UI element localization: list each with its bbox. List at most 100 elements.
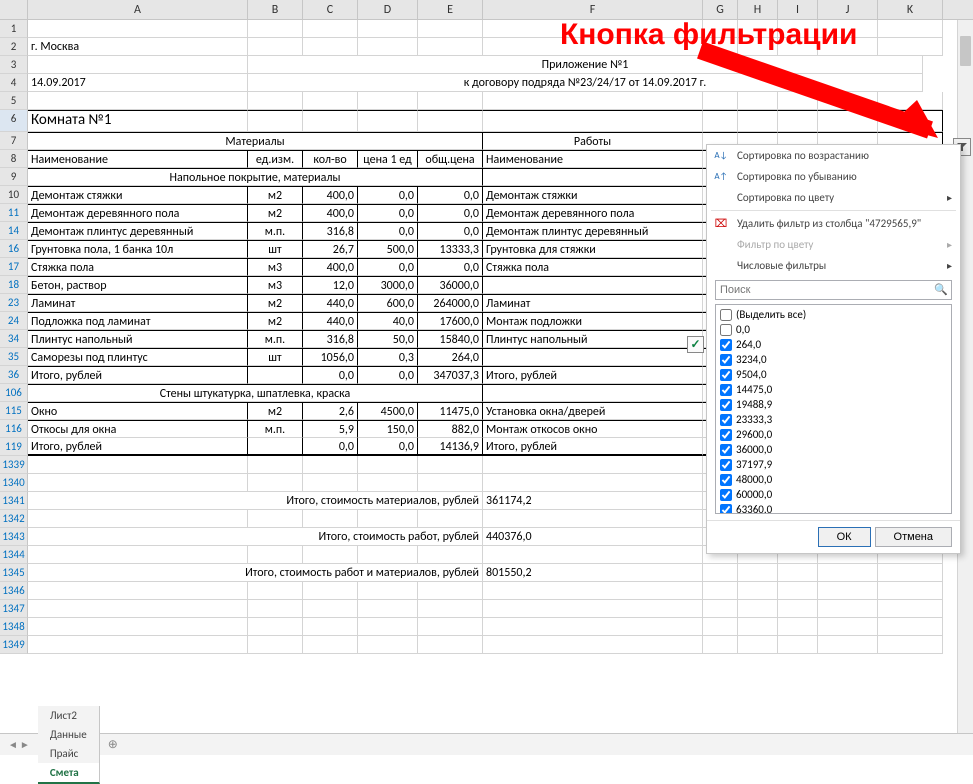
cell[interactable] xyxy=(818,582,878,600)
cell[interactable]: 440376,0 xyxy=(483,528,703,546)
row-header[interactable]: 106 xyxy=(0,384,28,402)
cell[interactable] xyxy=(303,600,358,618)
cell[interactable]: 13333,3 xyxy=(418,240,483,258)
cell[interactable] xyxy=(878,636,943,654)
cell[interactable]: Стяжка пола xyxy=(28,258,248,276)
filter-value-checkbox[interactable] xyxy=(720,429,732,441)
cell[interactable]: 0,0 xyxy=(418,186,483,204)
cell[interactable]: 0,0 xyxy=(358,222,418,240)
cell[interactable]: Комната №1 xyxy=(28,110,248,132)
cell[interactable]: 400,0 xyxy=(303,204,358,222)
cell[interactable]: Итого, стоимость работ, рублей xyxy=(28,528,483,546)
add-sheet-button[interactable]: ⊕ xyxy=(100,734,126,755)
cell[interactable]: 50,0 xyxy=(358,330,418,348)
cell[interactable]: 0,0 xyxy=(418,258,483,276)
row-header[interactable]: 1340 xyxy=(0,474,28,492)
cell[interactable] xyxy=(248,546,303,564)
sheet-tab[interactable]: Смета xyxy=(38,763,100,784)
cell[interactable]: кол-во xyxy=(303,150,358,168)
cell[interactable]: 0,0 xyxy=(418,222,483,240)
clear-filter[interactable]: ⌧ Удалить фильтр из столбца "4729565,9" xyxy=(707,213,960,234)
cell[interactable] xyxy=(738,636,778,654)
cell[interactable]: 264000,0 xyxy=(418,294,483,312)
row-header[interactable]: 116 xyxy=(0,420,28,438)
cell[interactable] xyxy=(418,92,483,110)
filter-value-item[interactable]: 9504,0 xyxy=(718,367,949,382)
cell[interactable]: 3000,0 xyxy=(358,276,418,294)
cell[interactable] xyxy=(418,20,483,38)
cell[interactable] xyxy=(778,582,818,600)
cell[interactable]: 0,0 xyxy=(358,438,418,456)
row-header[interactable]: 1339 xyxy=(0,456,28,474)
cell[interactable] xyxy=(358,38,418,56)
cancel-button[interactable]: Отмена xyxy=(875,527,952,547)
cell[interactable]: общ.цена xyxy=(418,150,483,168)
cell[interactable]: Демонтаж плинтус деревянный xyxy=(483,222,703,240)
filter-value-checkbox[interactable] xyxy=(720,324,732,336)
cell[interactable]: Монтаж откосов окно xyxy=(483,420,703,438)
cell[interactable] xyxy=(303,92,358,110)
select-all-corner[interactable] xyxy=(0,0,28,19)
col-header-G[interactable]: G xyxy=(703,0,738,19)
cell[interactable]: Итого, рублей xyxy=(483,366,703,384)
row-header[interactable]: 18 xyxy=(0,276,28,294)
cell[interactable] xyxy=(418,110,483,132)
nav-prev-icon[interactable]: ◄ xyxy=(8,738,18,751)
cell[interactable] xyxy=(303,474,358,492)
cell[interactable]: Итого, рублей xyxy=(28,366,248,384)
cell[interactable] xyxy=(778,600,818,618)
cell[interactable] xyxy=(778,564,818,582)
filter-value-checkbox[interactable] xyxy=(720,504,732,515)
cell[interactable] xyxy=(248,456,303,474)
cell[interactable] xyxy=(303,618,358,636)
cell[interactable]: Наименование xyxy=(28,150,248,168)
cell[interactable] xyxy=(248,366,303,384)
row-header[interactable]: 1346 xyxy=(0,582,28,600)
row-header[interactable]: 6 xyxy=(0,110,28,132)
scrollbar-thumb[interactable] xyxy=(960,36,971,66)
cell[interactable]: Демонтаж стяжки xyxy=(483,186,703,204)
cell[interactable]: Демонтаж деревянного пола xyxy=(28,204,248,222)
filter-value-item[interactable]: 63360,0 xyxy=(718,502,949,514)
number-filters[interactable]: Числовые фильтры ▸ xyxy=(707,255,960,276)
cell[interactable] xyxy=(483,168,703,186)
cell[interactable]: Напольное покрытие, материалы xyxy=(28,168,483,186)
filter-search-input[interactable] xyxy=(715,280,952,300)
cell[interactable] xyxy=(28,618,248,636)
row-header[interactable]: 1348 xyxy=(0,618,28,636)
row-header[interactable]: 1345 xyxy=(0,564,28,582)
cell[interactable]: 500,0 xyxy=(358,240,418,258)
row-header[interactable]: 24 xyxy=(0,312,28,330)
filter-select-all[interactable]: (Выделить все) xyxy=(718,307,949,322)
row-header[interactable]: 1349 xyxy=(0,636,28,654)
cell[interactable] xyxy=(358,636,418,654)
row-header[interactable]: 1347 xyxy=(0,600,28,618)
cell[interactable] xyxy=(303,38,358,56)
cell[interactable]: Наименование xyxy=(483,150,703,168)
cell[interactable]: 26,7 xyxy=(303,240,358,258)
ok-button[interactable]: ОК xyxy=(818,527,871,547)
cell[interactable] xyxy=(248,510,303,528)
cell[interactable]: м2 xyxy=(248,312,303,330)
cell[interactable]: 12,0 xyxy=(303,276,358,294)
cell[interactable]: 0,0 xyxy=(358,186,418,204)
cell[interactable]: Плинтус напольный xyxy=(483,330,703,348)
cell[interactable]: Итого, стоимость материалов, рублей xyxy=(28,492,483,510)
row-header[interactable]: 9 xyxy=(0,168,28,186)
cell[interactable]: Итого, рублей xyxy=(483,438,703,456)
cell[interactable] xyxy=(483,276,703,294)
cell[interactable] xyxy=(358,20,418,38)
row-header[interactable]: 16 xyxy=(0,240,28,258)
cell[interactable] xyxy=(303,110,358,132)
cell[interactable]: 36000,0 xyxy=(418,276,483,294)
row-header[interactable]: 2 xyxy=(0,38,28,56)
cell[interactable] xyxy=(248,110,303,132)
cell[interactable] xyxy=(358,582,418,600)
filter-value-checkbox[interactable] xyxy=(720,414,732,426)
cell[interactable]: 600,0 xyxy=(358,294,418,312)
cell[interactable] xyxy=(248,38,303,56)
col-header-K[interactable]: K xyxy=(878,0,943,19)
cell[interactable]: Итого, рублей xyxy=(28,438,248,456)
row-header[interactable]: 8 xyxy=(0,150,28,168)
select-all-checkbox[interactable] xyxy=(720,309,732,321)
